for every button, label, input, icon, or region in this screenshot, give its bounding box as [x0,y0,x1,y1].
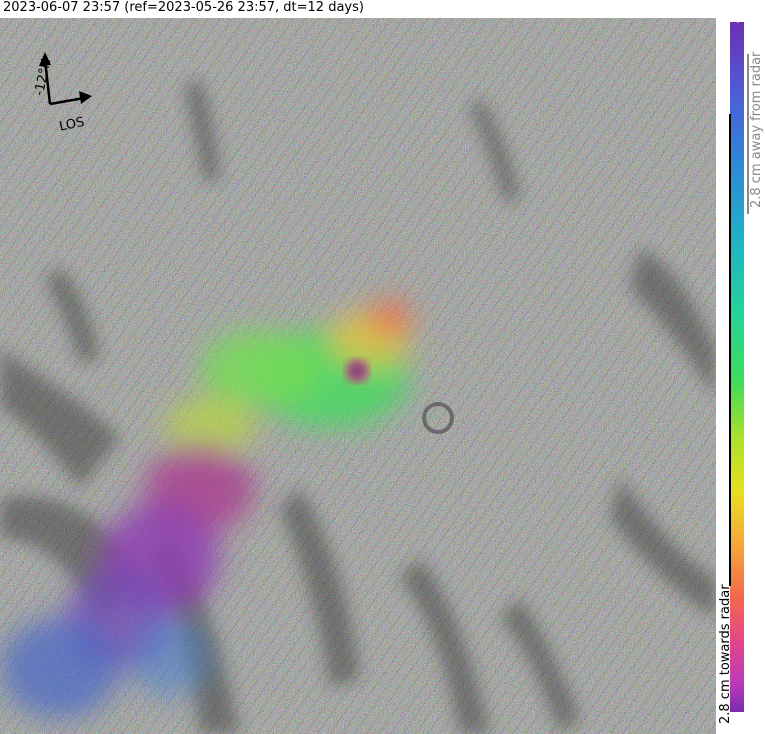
north-arrow: -12°N LOS [14,48,104,148]
towards-axis-line [729,114,731,586]
colorbar: +π -π 2.8 cm away from radar 2.8 cm towa… [716,3,765,734]
colorbar-towards-label: 2.8 cm towards radar [718,584,733,724]
colorbar-bottom-label: -π [731,718,746,734]
interferogram-map [0,18,716,734]
image-title: 2023-06-07 23:57 (ref=2023-05-26 23:57, … [3,0,364,15]
colorbar-away-label: 2.8 cm away from radar [749,51,764,208]
colorbar-top-label: +π [731,2,746,24]
north-arrow-icon [39,52,92,106]
